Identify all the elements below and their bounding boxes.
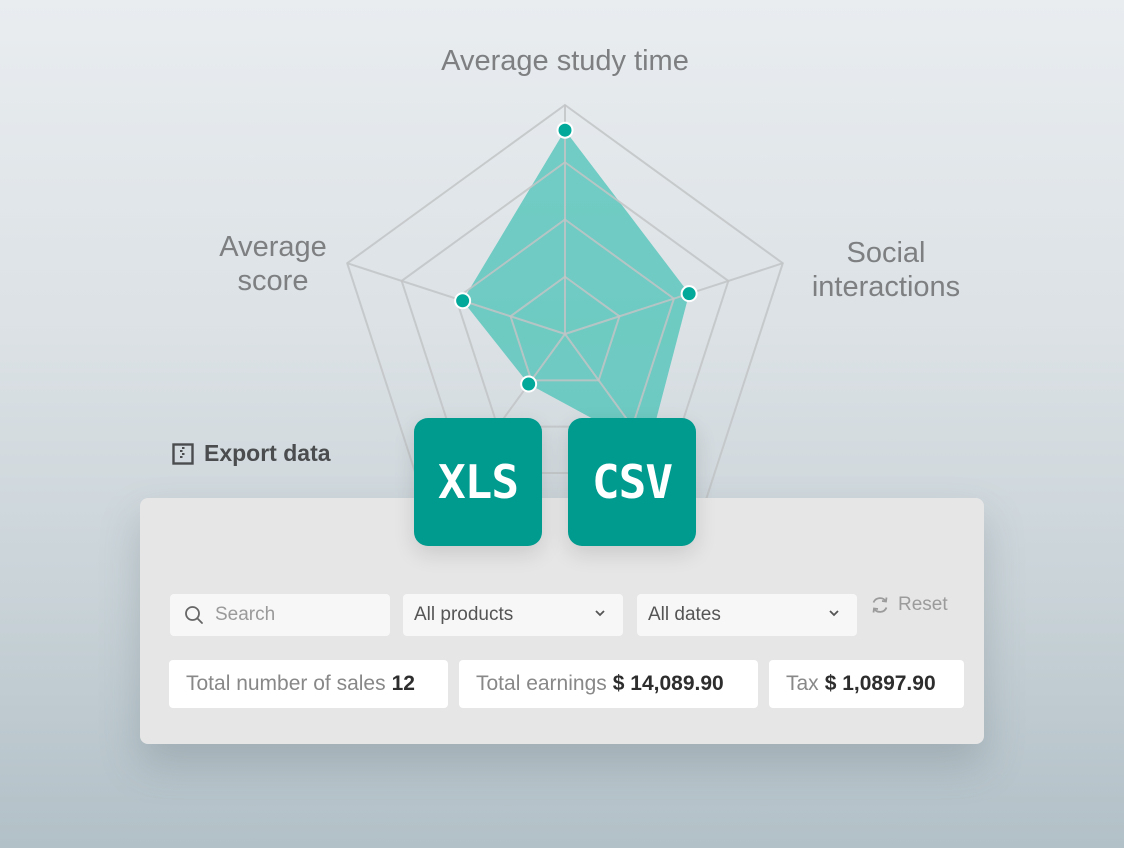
radar-data-point [454, 292, 472, 310]
radar-grid [346, 103, 784, 521]
radar-series [462, 130, 690, 449]
search-icon [185, 606, 203, 624]
stat-label: Tax [786, 672, 819, 695]
axis-label-social-interactions: Social interactions [796, 236, 976, 304]
export-data-heading: Export data [172, 440, 331, 467]
stat-value: 12 [391, 672, 415, 695]
chevron-down-icon [595, 610, 605, 617]
search-input[interactable]: Search [170, 594, 390, 636]
export-csv-button[interactable]: CSV [568, 418, 696, 546]
export-xls-button[interactable]: XLS [414, 418, 542, 546]
stat-label: Total earnings [476, 672, 607, 695]
axis-label-line: Average [219, 231, 327, 263]
radar-data-point [556, 121, 574, 139]
reset-label: Reset [898, 594, 948, 615]
stat-total-earnings: Total earnings $ 14,089.90 [459, 660, 758, 708]
stat-tax: Tax $ 1,0897.90 [769, 660, 964, 708]
radar-series-area [462, 130, 690, 449]
axis-label-average-score: Average score [198, 230, 348, 298]
zip-file-icon [172, 442, 194, 465]
axis-label-study-time: Average study time [441, 45, 689, 77]
radar-data-point [680, 285, 698, 303]
reset-button[interactable]: Reset [870, 594, 948, 616]
chevron-down-icon [829, 610, 839, 617]
axis-label-line: interactions [811, 271, 961, 303]
stat-value: $ 1,0897.90 [824, 672, 936, 695]
stat-total-sales: Total number of sales 12 [169, 660, 448, 708]
stat-value: $ 14,089.90 [612, 672, 724, 695]
refresh-icon [872, 597, 888, 613]
radar-data-point [520, 375, 538, 393]
stat-label: Total number of sales [186, 672, 386, 695]
dates-selected: All dates [648, 604, 721, 625]
products-dropdown[interactable]: All products [403, 594, 623, 636]
axis-label-line: Social [846, 237, 926, 269]
export-panel: Search All products All dates Reset Tota… [140, 498, 984, 744]
products-selected: All products [414, 604, 514, 625]
search-placeholder: Search [215, 604, 276, 625]
export-data-title: Export data [204, 440, 331, 466]
axis-label-line: score [237, 265, 309, 297]
dates-dropdown[interactable]: All dates [637, 594, 857, 636]
